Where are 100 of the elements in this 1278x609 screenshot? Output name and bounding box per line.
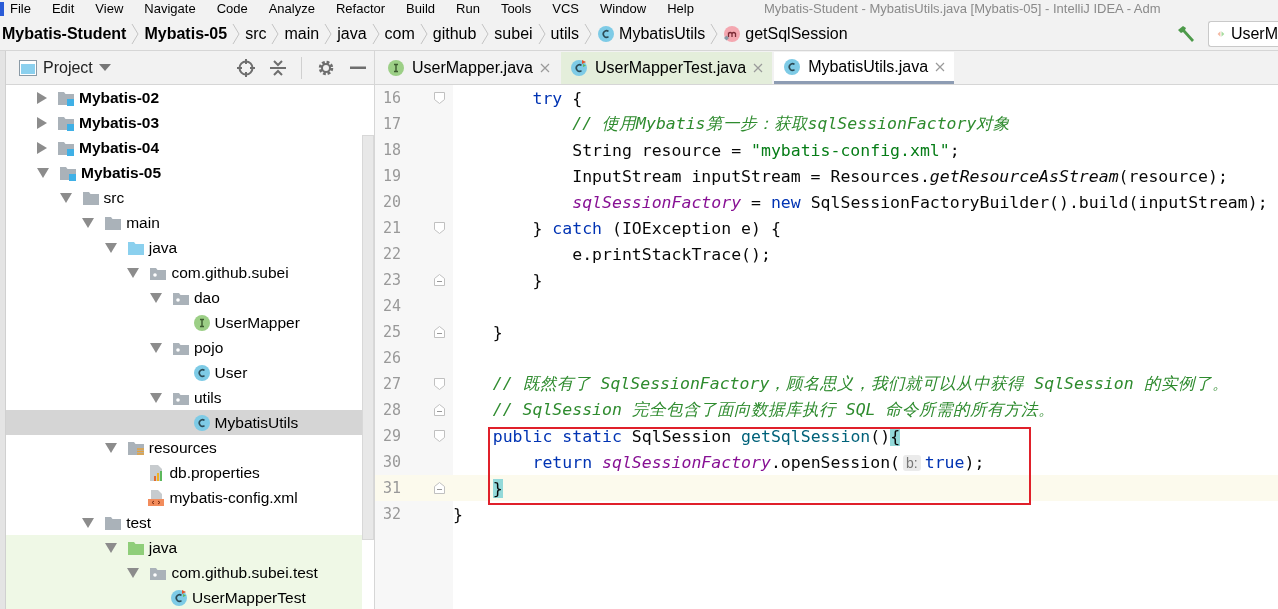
fold-marker-icon[interactable] <box>434 404 445 416</box>
expanded-arrow-icon[interactable] <box>127 567 140 578</box>
breadcrumb-item[interactable]: com <box>384 24 415 43</box>
fold-marker-icon[interactable] <box>434 222 445 234</box>
tree-item[interactable]: pojo <box>6 335 362 360</box>
class-icon <box>597 24 616 43</box>
breadcrumb-item[interactable]: src <box>245 24 267 43</box>
menu-item[interactable]: Navigate <box>144 1 196 16</box>
settings-icon[interactable] <box>317 58 335 77</box>
interface-icon <box>387 59 405 77</box>
tree-item[interactable]: test <box>6 510 362 535</box>
code-line: InputStream inputStream = Resources.getResourceAsStream(resource); <box>571 166 1228 186</box>
chevron-icon <box>371 22 380 45</box>
menu-item[interactable]: Edit <box>51 1 75 16</box>
menu-item[interactable]: Analyze <box>268 1 315 16</box>
expanded-arrow-icon[interactable] <box>150 342 162 353</box>
line-number: 24 <box>382 297 403 315</box>
tree-item[interactable]: UserMapperTest <box>6 585 362 609</box>
tree-item[interactable]: java <box>6 235 362 260</box>
tree-item[interactable]: mybatis-config.xml <box>6 485 362 510</box>
breadcrumb-item[interactable]: subei <box>494 24 533 43</box>
expanded-arrow-icon[interactable] <box>82 217 95 228</box>
build-icon[interactable] <box>1176 23 1196 44</box>
tree-item[interactable]: resources <box>6 435 362 460</box>
chevron-icon <box>232 22 241 45</box>
locate-icon[interactable] <box>237 58 255 77</box>
chevron-icon <box>419 22 428 45</box>
expanded-arrow-icon[interactable] <box>127 267 140 278</box>
minimize-icon[interactable] <box>350 65 366 70</box>
breadcrumb-item[interactable]: MybatisUtils <box>597 24 706 43</box>
expanded-arrow-icon[interactable] <box>104 242 117 253</box>
fold-marker-icon[interactable] <box>434 92 445 104</box>
breadcrumb-item[interactable]: utils <box>550 24 580 43</box>
menu-item[interactable]: File <box>10 1 31 16</box>
breadcrumb-item[interactable]: main <box>284 24 320 43</box>
menu-item[interactable]: Window <box>599 1 647 16</box>
code-line: String resource = "mybatis-config.xml"; <box>571 140 960 160</box>
project-view-selector[interactable]: Project <box>19 58 111 77</box>
menu-item[interactable]: Help <box>667 1 694 16</box>
close-icon[interactable] <box>539 63 550 73</box>
tree-item[interactable]: MybatisUtils <box>6 410 362 435</box>
line-number: 18 <box>382 141 403 159</box>
tree-item[interactable]: Mybatis-05 <box>6 160 362 185</box>
line-number: 29 <box>382 427 403 445</box>
expanded-arrow-icon[interactable] <box>150 392 162 403</box>
tree-item[interactable]: Mybatis-04 <box>6 135 362 160</box>
expanded-arrow-icon[interactable] <box>150 292 162 303</box>
menu-item[interactable]: VCS <box>552 1 579 16</box>
expanded-arrow-icon[interactable] <box>59 192 72 203</box>
tree-item[interactable]: Mybatis-03 <box>6 110 362 135</box>
expanded-arrow-icon[interactable] <box>104 542 117 553</box>
collapsed-arrow-icon[interactable] <box>37 91 47 104</box>
tree-item[interactable]: utils <box>6 385 362 410</box>
collapse-all-icon[interactable] <box>270 58 286 77</box>
tree-item[interactable]: dao <box>6 285 362 310</box>
tree-item[interactable]: UserMapper <box>6 310 362 335</box>
run-configuration-selector[interactable]: UserM <box>1208 20 1278 47</box>
breadcrumb-item[interactable]: github <box>432 24 477 43</box>
fold-marker-icon[interactable] <box>434 482 445 494</box>
menu-item[interactable]: Refactor <box>335 1 386 16</box>
tree-item[interactable]: java <box>6 535 362 560</box>
tree-item[interactable]: com.github.subei.test <box>6 560 362 585</box>
test-class-icon <box>170 588 188 607</box>
menu-item[interactable]: Run <box>456 1 480 16</box>
editor-tab[interactable]: UserMapperTest.java <box>560 52 773 84</box>
close-icon[interactable] <box>935 61 946 72</box>
menu-item[interactable]: Tools <box>500 1 532 16</box>
tree-item[interactable]: src <box>6 185 362 210</box>
line-number: 25 <box>382 323 403 341</box>
tree-item[interactable]: main <box>6 210 362 235</box>
breadcrumb-item[interactable]: Mybatis-05 <box>144 24 228 43</box>
close-icon[interactable] <box>753 63 764 73</box>
code-line: sqlSessionFactory = new SqlSessionFactoryBuilder().build(inputStream); <box>571 192 1268 212</box>
breadcrumb-item[interactable]: Mybatis-Student <box>2 24 127 43</box>
code-line: return sqlSessionFactory.openSession( b: true); <box>531 452 985 472</box>
fold-marker-icon[interactable] <box>434 378 445 390</box>
expanded-arrow-icon[interactable] <box>104 442 117 453</box>
menu-item[interactable]: Build <box>406 1 435 16</box>
tree-item-label: User <box>214 363 248 382</box>
collapsed-arrow-icon[interactable] <box>37 116 47 129</box>
expanded-arrow-icon[interactable] <box>82 517 95 528</box>
fold-marker-icon[interactable] <box>434 274 445 286</box>
tree-item[interactable]: Mybatis-02 <box>6 85 362 110</box>
breadcrumb-item[interactable]: getSqlSession <box>723 24 848 43</box>
breadcrumb-item[interactable]: java <box>337 24 367 43</box>
editor-tab[interactable]: MybatisUtils.java <box>774 52 955 84</box>
menu-item[interactable]: View <box>95 1 124 16</box>
expanded-arrow-icon[interactable] <box>37 167 49 178</box>
editor-tab[interactable]: UserMapper.java <box>378 52 559 84</box>
tree-item-label: dao <box>194 288 220 307</box>
fold-marker-icon[interactable] <box>434 430 445 442</box>
menu-item[interactable]: Code <box>216 1 248 16</box>
line-number: 21 <box>382 219 403 237</box>
scrollbar[interactable] <box>362 135 374 540</box>
tree-item-label: pojo <box>194 338 224 357</box>
tree-item[interactable]: User <box>6 360 362 385</box>
tree-item[interactable]: com.github.subei <box>6 260 362 285</box>
fold-marker-icon[interactable] <box>434 326 445 338</box>
collapsed-arrow-icon[interactable] <box>37 141 47 154</box>
tree-item[interactable]: db.properties <box>6 460 362 485</box>
